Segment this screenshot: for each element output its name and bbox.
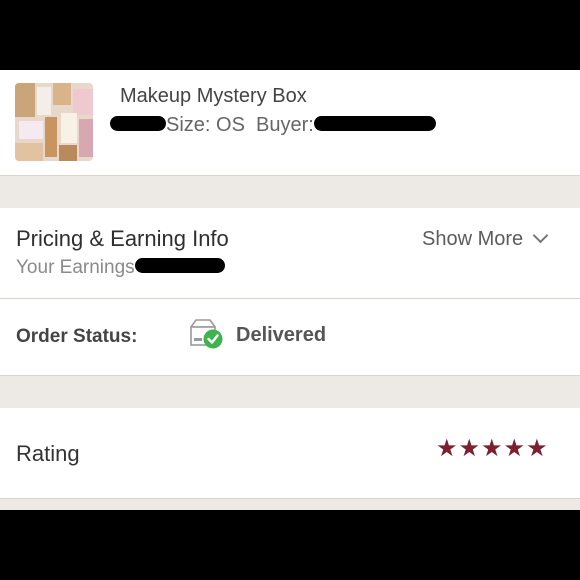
redaction-mark bbox=[134, 258, 225, 274]
order-item-row[interactable]: Makeup Mystery Box Size: OS Buyer: bbox=[0, 70, 580, 175]
product-title: Makeup Mystery Box bbox=[120, 85, 307, 107]
show-more-label: Show More bbox=[422, 228, 524, 250]
redaction-mark bbox=[110, 116, 166, 132]
rating-stars-icon: ★★★★★ bbox=[436, 435, 549, 462]
order-details-screen: Makeup Mystery Box Size: OS Buyer: Prici… bbox=[0, 70, 580, 510]
product-thumbnail[interactable] bbox=[15, 83, 93, 161]
rating-label: Rating bbox=[16, 441, 80, 466]
divider bbox=[0, 375, 580, 376]
buyer-label: Buyer: bbox=[256, 114, 314, 136]
rating-row: Rating ★★★★★ bbox=[0, 408, 580, 498]
divider bbox=[0, 175, 580, 176]
delivered-box-icon bbox=[188, 318, 224, 350]
order-status-label: Order Status: bbox=[16, 326, 138, 347]
show-more-button[interactable]: Show More bbox=[422, 227, 549, 251]
earnings-label: Your Earnings bbox=[16, 257, 135, 278]
order-status-row: Order Status: Delivered bbox=[0, 299, 580, 375]
redaction-mark bbox=[313, 116, 436, 132]
divider bbox=[0, 498, 580, 499]
earnings-row: Your Earnings bbox=[16, 257, 225, 279]
product-meta: Size: OS Buyer: bbox=[110, 114, 436, 137]
pricing-title: Pricing & Earning Info bbox=[16, 226, 229, 251]
pricing-earning-section: Pricing & Earning Info Your Earnings Sho… bbox=[0, 208, 580, 298]
order-status-value: Delivered bbox=[236, 324, 327, 346]
chevron-down-icon bbox=[532, 227, 549, 244]
size-label: Size: OS bbox=[166, 114, 245, 136]
